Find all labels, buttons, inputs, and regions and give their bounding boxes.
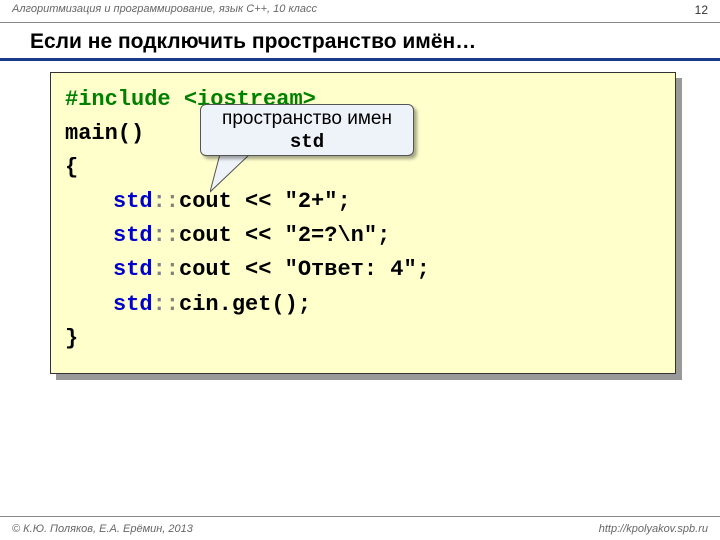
brace-open: { (65, 155, 78, 180)
semicolon: ; (298, 292, 311, 317)
std-ns: std (113, 189, 153, 214)
cout: cout (179, 257, 232, 282)
scope-op: :: (153, 223, 179, 248)
page-number: 12 (695, 3, 708, 22)
cout: cout (179, 223, 232, 248)
semicolon: ; (417, 257, 430, 282)
get-call: .get() (219, 292, 298, 317)
brace-close: } (65, 326, 78, 351)
course-label: Алгоритмизация и программирование, язык … (12, 3, 317, 22)
scope-op: :: (153, 257, 179, 282)
code-line: { (65, 151, 661, 185)
stream-op: << (232, 257, 285, 282)
copyright-label: © К.Ю. Поляков, Е.А. Ерёмин, 2013 (12, 523, 193, 535)
code-line: std::cout << "2+"; (65, 185, 661, 219)
string-literal: "2+" (285, 189, 338, 214)
string-literal: "Ответ: 4" (285, 257, 417, 282)
title-underline (0, 58, 720, 61)
header-divider (0, 22, 720, 23)
scope-op: :: (153, 292, 179, 317)
std-ns: std (113, 223, 153, 248)
callout-line2: std (201, 131, 413, 155)
std-ns: std (113, 292, 153, 317)
stream-op: << (232, 223, 285, 248)
include-keyword: #include (65, 87, 171, 112)
cin: cin (179, 292, 219, 317)
main-fn: main() (65, 121, 144, 146)
std-ns: std (113, 257, 153, 282)
code-line: } (65, 322, 661, 356)
code-line: std::cout << "2=?\n"; (65, 219, 661, 253)
code-line: std::cout << "Ответ: 4"; (65, 253, 661, 287)
semicolon: ; (377, 223, 390, 248)
slide-title: Если не подключить пространство имён… (30, 30, 476, 54)
footer-bar: © К.Ю. Поляков, Е.А. Ерёмин, 2013 http:/… (0, 516, 720, 540)
code-line: std::cin.get(); (65, 288, 661, 322)
callout-line1: пространство имен (201, 107, 413, 131)
semicolon: ; (337, 189, 350, 214)
footer-url: http://kpolyakov.spb.ru (599, 523, 708, 535)
callout-bubble: пространство имен std (200, 104, 414, 156)
scope-op: :: (153, 189, 179, 214)
string-literal: "2=?\n" (285, 223, 377, 248)
header-bar: Алгоритмизация и программирование, язык … (0, 0, 720, 22)
